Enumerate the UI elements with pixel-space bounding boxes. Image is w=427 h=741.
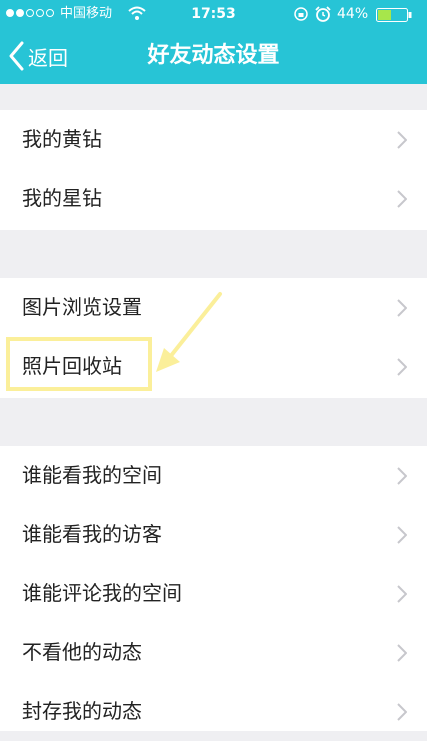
chevron-right-icon xyxy=(397,358,407,376)
lock-rotation-icon xyxy=(294,7,308,21)
list-item-label: 图片浏览设置 xyxy=(22,295,142,319)
chevron-right-icon xyxy=(397,299,407,317)
battery-icon xyxy=(376,8,412,22)
list-item-archive-my-feed[interactable]: 封存我的动态 xyxy=(0,682,427,741)
page-title: 好友动态设置 xyxy=(147,43,280,68)
settings-group-diamonds: 我的黄钻 我的星钻 xyxy=(0,110,427,230)
chevron-right-icon xyxy=(397,526,407,544)
list-item-label: 不看他的动态 xyxy=(22,640,142,664)
chevron-right-icon xyxy=(397,644,407,662)
list-item-hide-their-feed[interactable]: 不看他的动态 xyxy=(0,623,427,682)
battery-percent: 44% xyxy=(337,6,369,22)
settings-group-photos: 图片浏览设置 照片回收站 xyxy=(0,278,427,398)
list-item-label: 我的黄钻 xyxy=(22,127,102,151)
list-item-photo-recycle-bin[interactable]: 照片回收站 xyxy=(0,337,427,396)
list-item-who-can-comment[interactable]: 谁能评论我的空间 xyxy=(0,564,427,623)
settings-group-privacy: 谁能看我的空间 谁能看我的访客 谁能评论我的空间 不看他的动态 封存我的动态 xyxy=(0,446,427,731)
list-item-label: 谁能看我的空间 xyxy=(22,463,162,487)
list-item-label: 封存我的动态 xyxy=(22,699,142,723)
chevron-right-icon xyxy=(397,131,407,149)
list-item-label: 我的星钻 xyxy=(22,186,102,210)
status-bar: 中国移动 17:53 44% xyxy=(0,0,427,28)
list-item-yellow-diamond[interactable]: 我的黄钻 xyxy=(0,110,427,169)
alarm-icon xyxy=(315,6,331,22)
list-item-who-can-view-space[interactable]: 谁能看我的空间 xyxy=(0,446,427,505)
list-item-label: 照片回收站 xyxy=(22,354,122,378)
list-item-label: 谁能看我的访客 xyxy=(22,522,162,546)
chevron-right-icon xyxy=(397,467,407,485)
app-header: 中国移动 17:53 44% 返回 好友动态设置 xyxy=(0,0,427,84)
chevron-right-icon xyxy=(397,190,407,208)
chevron-right-icon xyxy=(397,703,407,721)
list-item-who-can-view-visitors[interactable]: 谁能看我的访客 xyxy=(0,505,427,564)
chevron-right-icon xyxy=(397,585,407,603)
list-item-image-browse-settings[interactable]: 图片浏览设置 xyxy=(0,278,427,337)
list-item-star-diamond[interactable]: 我的星钻 xyxy=(0,169,427,228)
list-item-label: 谁能评论我的空间 xyxy=(22,581,182,605)
